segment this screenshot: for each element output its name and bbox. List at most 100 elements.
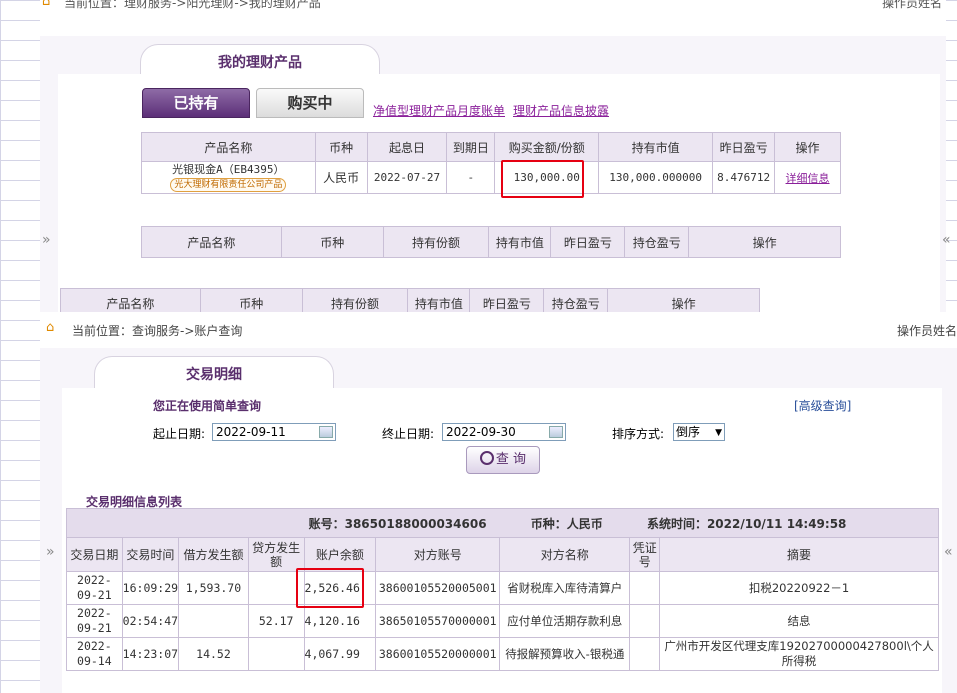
calendar-icon[interactable]: [549, 426, 563, 438]
collapse-arrow-icon[interactable]: «: [942, 232, 951, 248]
monthly-statement-link[interactable]: 净值型理财产品月度账单: [373, 102, 505, 119]
balance-cell: 4,120.16: [303, 604, 377, 638]
date-cell: 2022-09-14: [66, 637, 123, 671]
counter-name-cell: 待报解预算收入-银税通: [499, 637, 631, 671]
time-cell: 14:23:07: [121, 637, 180, 671]
collapse-arrow-icon[interactable]: »: [42, 232, 51, 248]
action-cell: 详细信息: [774, 161, 841, 194]
memo-cell: 扣税20220922－1: [659, 571, 939, 605]
col-debit: 借方发生额: [178, 537, 249, 572]
daily-pnl-cell: 8.476712: [712, 161, 776, 194]
account-number: 账号：38650188000034606: [308, 516, 487, 531]
end-date-input[interactable]: 2022-09-30: [442, 423, 566, 441]
counter-account-cell: 38600105520000001: [375, 637, 501, 671]
start-date-cell: 2022-07-27: [366, 161, 448, 194]
col-end-date: 到期日: [446, 132, 496, 162]
voucher-cell: [629, 571, 661, 605]
collapse-arrow-icon[interactable]: «: [944, 544, 953, 560]
currency-cell: 人民币: [314, 161, 368, 194]
issuer-badge: 光大理财有限责任公司产品: [170, 178, 287, 192]
account-currency: 币种：人民币: [530, 516, 603, 531]
product-disclosure-link[interactable]: 理财产品信息披露: [513, 102, 609, 119]
voucher-cell: [629, 604, 661, 638]
col-product-name: 产品名称: [141, 226, 282, 258]
table-row: 光银现金A（EB4395） 光大理财有限责任公司产品 人民币 2022-07-2…: [141, 161, 841, 194]
product-name[interactable]: 光银现金A（EB4395）: [142, 163, 315, 177]
end-date-value: 2022-09-30: [446, 425, 516, 439]
table-row: 2022-09-21 16:09:29 1,593.70 2,526.46 38…: [66, 571, 939, 605]
table-row: 2022-09-21 02:54:47 52.17 4,120.16 38650…: [66, 604, 939, 638]
col-amount: 购买金额/份额: [494, 132, 600, 162]
col-counter-name: 对方名称: [499, 537, 631, 572]
my-wealth-products-panel: ⌂ 当前位置：理财服务->阳光理财->我的理财产品 操作员姓名 我的理财产品 已…: [40, 0, 946, 312]
col-start-date: 起息日: [366, 132, 448, 162]
collapse-arrow-icon[interactable]: »: [46, 544, 55, 560]
counter-account-cell: 38600105520005001: [375, 571, 501, 605]
col-position-pnl: 持仓盈亏: [624, 226, 690, 258]
system-time: 系统时间：2022/10/11 14:49:58: [646, 516, 847, 531]
counter-name-cell: 省财税库入库待清算户: [499, 571, 631, 605]
date-cell: 2022-09-21: [66, 571, 123, 605]
col-action: 操作: [688, 226, 841, 258]
amount-cell: 130,000.00: [494, 161, 600, 194]
col-market-value: 持有市值: [598, 132, 714, 162]
debit-cell: [178, 604, 249, 638]
col-balance: 账户余额: [303, 537, 377, 572]
home-icon[interactable]: ⌂: [46, 320, 54, 335]
col-product-name: 产品名称: [141, 132, 316, 162]
start-date-label: 起止日期:: [153, 427, 206, 441]
col-daily-pnl: 昨日盈亏: [550, 226, 626, 258]
credit-cell: [247, 571, 305, 605]
product-name-cell: 光银现金A（EB4395） 光大理财有限责任公司产品: [141, 161, 316, 194]
col-market-value: 持有市值: [488, 226, 552, 258]
col-time: 交易时间: [121, 537, 180, 572]
date-cell: 2022-09-21: [66, 604, 123, 638]
simple-query-label: 您正在使用简单查询: [153, 399, 262, 413]
col-daily-pnl: 昨日盈亏: [712, 132, 776, 162]
memo-cell: 广州市开发区代理支库19202700000427800l\个人所得税: [659, 637, 939, 671]
calendar-icon[interactable]: [319, 426, 333, 438]
bottom-breadcrumb: 当前位置：查询服务->账户查询: [72, 324, 243, 338]
chevron-down-icon: ▼: [715, 428, 722, 438]
transaction-detail-panel: ⌂ 当前位置：查询服务->账户查询 操作员姓名 交易明细 您正在使用简单查询 […: [40, 312, 957, 693]
held-products-table: 产品名称 币种 起息日 到期日 购买金额/份额 持有市值 昨日盈亏 操作 光银现…: [141, 132, 841, 194]
top-breadcrumb: 当前位置：理财服务->阳光理财->我的理财产品: [64, 0, 321, 10]
transaction-table: 账号：38650188000034606 币种：人民币 系统时间：2022/10…: [66, 508, 939, 671]
debit-cell: 14.52: [178, 637, 249, 671]
col-position-pnl: 持仓盈亏: [543, 288, 609, 312]
col-voucher: 凭证号: [629, 537, 661, 572]
col-action: 操作: [607, 288, 760, 312]
start-date-value: 2022-09-11: [216, 425, 286, 439]
col-credit: 贷方发生额: [247, 537, 305, 572]
end-date-cell: -: [446, 161, 496, 194]
table-row: 2022-09-14 14:23:07 14.52 4,067.99 38600…: [66, 637, 939, 671]
table-header-row: 交易日期 交易时间 借方发生额 贷方发生额 账户余额 对方账号 对方名称 凭证号…: [66, 537, 939, 572]
query-button[interactable]: 查 询: [466, 446, 540, 474]
debit-cell: 1,593.70: [178, 571, 249, 605]
account-info-row: 账号：38650188000034606 币种：人民币 系统时间：2022/10…: [66, 508, 939, 538]
col-currency: 币种: [199, 288, 303, 312]
account-info: 账号：38650188000034606 币种：人民币 系统时间：2022/10…: [66, 508, 939, 538]
credit-cell: [247, 637, 305, 671]
tab-purchasing[interactable]: 购买中: [256, 88, 364, 118]
advanced-query-link[interactable]: [高级查询]: [794, 397, 851, 414]
bottom-operator-name: 操作员姓名: [896, 324, 957, 338]
sort-order-select[interactable]: 倒序 ▼: [673, 423, 725, 441]
sort-label: 排序方式:: [612, 427, 665, 441]
col-market-value: 持有市值: [407, 288, 471, 312]
tab-held[interactable]: 已持有: [142, 88, 250, 118]
home-icon: ⌂: [42, 0, 51, 9]
start-date-input[interactable]: 2022-09-11: [212, 423, 336, 441]
counter-name-cell: 应付单位活期存款利息: [499, 604, 631, 638]
query-button-label: 查 询: [495, 452, 527, 467]
time-cell: 02:54:47: [121, 604, 180, 638]
table-header-row: 产品名称 币种 起息日 到期日 购买金额/份额 持有市值 昨日盈亏 操作: [141, 132, 841, 162]
sort-order-value: 倒序: [676, 425, 701, 439]
col-action: 操作: [774, 132, 841, 162]
second-products-table: 产品名称 币种 持有份额 持有市值 昨日盈亏 持仓盈亏 操作: [141, 226, 841, 258]
memo-cell: 结息: [659, 604, 939, 638]
time-cell: 16:09:29: [121, 571, 180, 605]
detail-link[interactable]: 详细信息: [786, 172, 830, 185]
col-daily-pnl: 昨日盈亏: [469, 288, 545, 312]
top-operator-name: 操作员姓名: [881, 0, 942, 10]
